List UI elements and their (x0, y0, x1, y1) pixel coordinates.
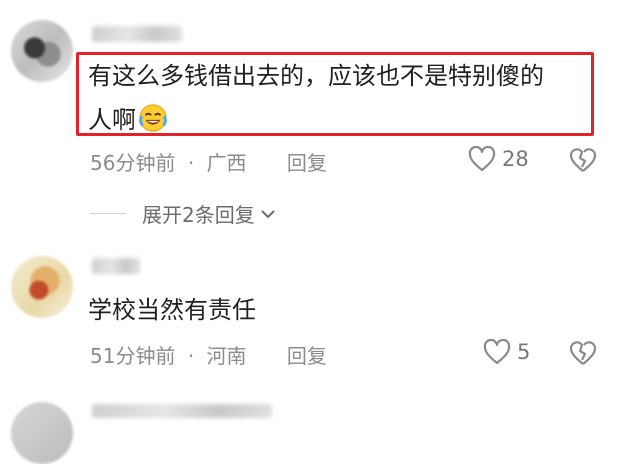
comment-time: 56分钟前 (90, 151, 176, 175)
divider-line (90, 213, 126, 214)
comment-location: 河南 (206, 344, 247, 368)
commenter-name-blurred[interactable] (92, 404, 272, 418)
meta-separator: · (187, 344, 195, 368)
reply-button[interactable]: 回复 (287, 340, 327, 369)
comment-location: 广西 (206, 151, 247, 175)
commenter-avatar[interactable] (11, 256, 73, 318)
commenter-avatar[interactable] (11, 402, 73, 464)
comment-text: 有这么多钱借出去的，应该也不是特别傻的 人啊 (88, 54, 588, 142)
chevron-down-icon (261, 209, 275, 218)
broken-heart-icon (569, 341, 597, 365)
expand-replies[interactable]: 展开2条回复 (90, 199, 277, 228)
heart-icon (483, 339, 511, 365)
broken-heart-icon (569, 148, 597, 172)
rofl-emoji-icon (139, 104, 167, 132)
dislike-button[interactable] (568, 147, 598, 177)
commenter-avatar[interactable] (11, 20, 73, 82)
commenter-name-blurred[interactable] (92, 26, 182, 42)
like-button[interactable]: 5 (483, 339, 530, 365)
comment-text: 学校当然有责任 (88, 296, 256, 324)
comment-text-line1: 有这么多钱借出去的，应该也不是特别傻的 (88, 62, 544, 90)
expand-replies-label: 展开2条回复 (142, 203, 255, 227)
like-count: 5 (517, 340, 531, 364)
like-count: 28 (502, 147, 529, 171)
heart-icon (468, 146, 496, 172)
dislike-button[interactable] (568, 340, 598, 370)
comment-meta: 51分钟前 · 河南 回复 (90, 340, 327, 369)
comment-time: 51分钟前 (90, 344, 176, 368)
like-button[interactable]: 28 (468, 146, 529, 172)
meta-separator: · (187, 151, 195, 175)
comment-text-line2: 人啊 (88, 106, 136, 134)
reply-button[interactable]: 回复 (287, 147, 327, 176)
comment-meta: 56分钟前 · 广西 回复 (90, 147, 327, 176)
commenter-name-blurred[interactable] (92, 258, 140, 274)
